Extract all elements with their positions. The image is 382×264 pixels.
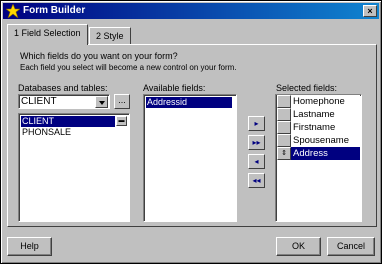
list-item[interactable]: Address <box>291 147 360 160</box>
list-item[interactable]: Spousename <box>291 134 360 147</box>
tab-label: 2 Style <box>96 31 124 41</box>
cancel-button[interactable]: Cancel <box>327 237 375 256</box>
remove-all-fields-button[interactable]: ◂◂ <box>248 173 265 188</box>
field-order-handle[interactable] <box>277 108 291 121</box>
add-all-fields-button[interactable]: ▸▸ <box>248 135 265 150</box>
database-combo[interactable]: CLIENT <box>18 94 110 109</box>
list-item[interactable]: PHONSALE <box>21 127 115 138</box>
move-vertical-icon[interactable]: ⇕ <box>277 147 291 160</box>
list-item[interactable]: Firstname <box>291 121 360 134</box>
help-button[interactable]: Help <box>7 237 52 256</box>
title-bar[interactable]: Form Builder × <box>3 3 379 19</box>
close-button[interactable]: × <box>363 5 377 17</box>
database-combo-value: CLIENT <box>21 96 57 107</box>
scroll-up-icon[interactable]: ▬ <box>116 116 127 126</box>
tab-field-selection[interactable]: 1 Field Selection <box>7 24 88 45</box>
tab-label: 1 Field Selection <box>14 28 81 38</box>
instruction-line-1: Which fields do you want on your form? <box>20 51 178 61</box>
ok-button[interactable]: OK <box>276 237 321 256</box>
list-item[interactable]: CLIENT <box>21 116 115 127</box>
selected-fields-label: Selected fields: <box>276 83 338 93</box>
browse-button[interactable]: ... <box>114 94 130 109</box>
databases-label: Databases and tables: <box>18 83 108 93</box>
window-title: Form Builder <box>23 5 86 16</box>
list-item[interactable]: Addressid <box>146 97 232 108</box>
form-builder-icon <box>6 4 20 18</box>
field-order-handle[interactable] <box>277 134 291 147</box>
tables-list[interactable]: CLIENT ▬ PHONSALE <box>18 113 130 222</box>
remove-field-button[interactable]: ◂ <box>248 154 265 169</box>
list-item[interactable]: Lastname <box>291 108 360 121</box>
field-order-handle[interactable] <box>277 121 291 134</box>
available-fields-label: Available fields: <box>143 83 206 93</box>
field-order-handle[interactable] <box>277 95 291 108</box>
add-field-button[interactable]: ▸ <box>248 116 265 131</box>
list-item[interactable]: Homephone <box>291 95 360 108</box>
form-builder-dialog: Form Builder × 1 Field Selection 2 Style… <box>0 0 382 264</box>
tab-style[interactable]: 2 Style <box>89 27 131 45</box>
instruction-line-2: Each field you select will become a new … <box>20 63 237 72</box>
available-fields-list[interactable]: Addressid <box>143 94 237 222</box>
chevron-down-icon[interactable] <box>95 96 108 108</box>
